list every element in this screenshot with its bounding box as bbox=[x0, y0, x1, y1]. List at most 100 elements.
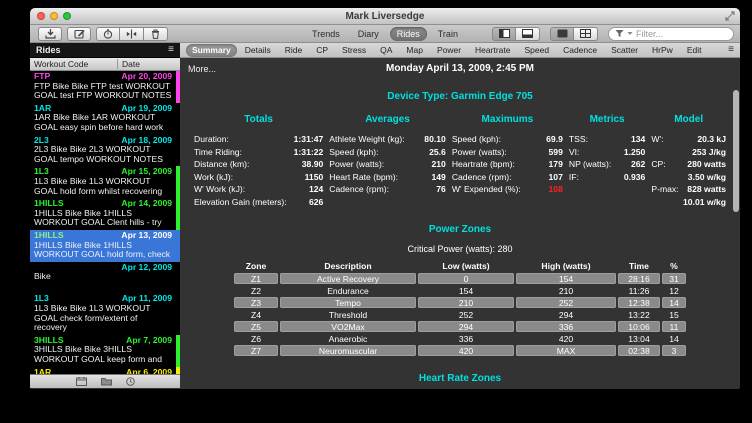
tabbed-view-button[interactable] bbox=[550, 27, 574, 41]
ride-list-item[interactable]: Apr 12, 2009Bike bbox=[30, 262, 180, 294]
zone-cell: 11 bbox=[662, 321, 686, 332]
stat-value: 38.90 bbox=[302, 158, 324, 171]
tab-summary[interactable]: Summary bbox=[186, 44, 237, 57]
stat-label: Power (watts): bbox=[329, 158, 384, 171]
stat-label: Cadence (rpm): bbox=[329, 183, 389, 196]
stat-label: Athlete Weight (kg): bbox=[329, 133, 404, 146]
ride-list-item[interactable]: FTPApr 20, 2009FTP Bike Bike FTP test WO… bbox=[30, 71, 180, 103]
column-date[interactable]: Date bbox=[118, 59, 140, 69]
ride-desc-line1: Bike bbox=[34, 272, 172, 282]
tab-map[interactable]: Map bbox=[400, 44, 429, 57]
manual-entry-button[interactable] bbox=[67, 27, 91, 41]
zone-cell: 11:26 bbox=[618, 285, 660, 296]
tab-heartrate[interactable]: Heartrate bbox=[469, 44, 516, 57]
stat-value: 626 bbox=[309, 196, 323, 209]
ride-list-item[interactable]: 1ARApr 6, 20091AR Bike Bike 1AR WORKOUTG… bbox=[30, 367, 180, 374]
zone-cell: 210 bbox=[516, 285, 616, 296]
stat-label: Cadence (rpm): bbox=[452, 171, 512, 184]
tab-qa[interactable]: QA bbox=[374, 44, 398, 57]
stat-value: 80.10 bbox=[424, 133, 446, 146]
zone-cell: 336 bbox=[516, 321, 616, 332]
folder-icon[interactable] bbox=[101, 377, 112, 386]
tab-cp[interactable]: CP bbox=[310, 44, 334, 57]
stopwatch-button[interactable] bbox=[96, 27, 120, 41]
stat-column-title: Averages bbox=[329, 114, 446, 125]
stat-label: Power (watts): bbox=[452, 146, 507, 159]
zoom-button[interactable] bbox=[63, 12, 71, 20]
stat-value: 599 bbox=[549, 146, 563, 159]
stat-label: VI: bbox=[569, 146, 580, 159]
stat-column-title: Metrics bbox=[569, 114, 645, 125]
main-scrollbar[interactable] bbox=[732, 58, 739, 388]
column-workout-code[interactable]: Workout Code bbox=[30, 59, 118, 69]
main-scrollbar-thumb[interactable] bbox=[733, 90, 739, 212]
view-trends[interactable]: Trends bbox=[305, 27, 347, 41]
filter-field[interactable] bbox=[608, 27, 734, 41]
stat-row: Heart Rate (bpm):149 bbox=[329, 171, 446, 184]
tab-edit[interactable]: Edit bbox=[681, 44, 708, 57]
lowbar-toggle-button[interactable] bbox=[516, 27, 540, 41]
tabbed-view-icon bbox=[557, 29, 568, 38]
view-diary[interactable]: Diary bbox=[351, 27, 386, 41]
ride-sidebar: Workout Code Date FTPApr 20, 2009FTP Bik… bbox=[30, 58, 180, 388]
tab-power[interactable]: Power bbox=[431, 44, 467, 57]
title-bar[interactable]: Mark Liversedge bbox=[30, 8, 740, 25]
ride-list-item[interactable]: 1L3Apr 15, 20091L3 Bike Bike 1L3 WORKOUT… bbox=[30, 166, 180, 198]
sidebar-toggle-icon bbox=[499, 29, 510, 38]
stat-value: 280 watts bbox=[687, 158, 726, 171]
zone-cell: 252 bbox=[418, 309, 514, 320]
ride-list-item[interactable]: 1ARApr 19, 20091AR Bike Bike 1AR WORKOUT… bbox=[30, 103, 180, 135]
stat-column-metrics: MetricsTSS:134VI:1.250NP (watts):262IF:0… bbox=[569, 114, 645, 208]
sidebar-header[interactable]: Rides ≡ bbox=[30, 43, 180, 58]
tab-ride[interactable]: Ride bbox=[279, 44, 308, 57]
sidebar-menu-icon[interactable]: ≡ bbox=[168, 45, 174, 55]
zone-cell: Active Recovery bbox=[280, 273, 416, 284]
zone-cell: Z4 bbox=[234, 309, 278, 320]
ride-list-item[interactable]: 1L3Apr 11, 20091L3 Bike Bike 1L3 WORKOUT… bbox=[30, 293, 180, 334]
stat-value: 210 bbox=[431, 158, 445, 171]
stat-value: 3.50 w/kg bbox=[688, 171, 726, 184]
ride-list-item[interactable]: 3HILLSApr 7, 20093HILLS Bike Bike 3HILLS… bbox=[30, 335, 180, 367]
stat-label: Distance (km): bbox=[194, 158, 249, 171]
ride-list-columns[interactable]: Workout Code Date bbox=[30, 58, 180, 71]
view-train[interactable]: Train bbox=[431, 27, 465, 41]
stat-value: 1.250 bbox=[624, 146, 646, 159]
zones-col-header: % bbox=[662, 261, 686, 272]
ride-list-item[interactable]: 2L3Apr 18, 20092L3 Bike Bike 2L3 WORKOUT… bbox=[30, 135, 180, 167]
stat-value: 1:31:22 bbox=[294, 146, 324, 159]
stat-row: Time Riding:1:31:22 bbox=[194, 146, 323, 159]
import-button[interactable] bbox=[38, 27, 62, 41]
tab-cadence[interactable]: Cadence bbox=[557, 44, 603, 57]
resize-icon[interactable] bbox=[725, 11, 735, 21]
ride-desc-line2: WORKOUT GOAL hold form, check bbox=[34, 250, 172, 260]
power-zone-row: Z3Tempo21025212:3814 bbox=[234, 297, 686, 308]
clock-icon[interactable] bbox=[126, 377, 135, 386]
tab-details[interactable]: Details bbox=[239, 44, 277, 57]
stat-row: Speed (kph):69.9 bbox=[452, 133, 563, 146]
more-link[interactable]: More... bbox=[188, 64, 216, 74]
tab-hrpw[interactable]: HrPw bbox=[646, 44, 679, 57]
tab-stress[interactable]: Stress bbox=[336, 44, 372, 57]
stat-label: W' Expended (%): bbox=[452, 183, 521, 196]
stat-row: 253 J/kg bbox=[651, 146, 726, 159]
delete-button[interactable] bbox=[144, 27, 168, 41]
minimize-button[interactable] bbox=[50, 12, 58, 20]
ride-list-item[interactable]: 1HILLSApr 14, 20091HILLS Bike Bike 1HILL… bbox=[30, 198, 180, 230]
stat-label: CP: bbox=[651, 158, 665, 171]
tab-scatter[interactable]: Scatter bbox=[605, 44, 644, 57]
close-button[interactable] bbox=[37, 12, 45, 20]
ride-desc-line2: GOAL easy spin before hard work bbox=[34, 123, 172, 133]
sidebar-header-label: Rides bbox=[36, 45, 61, 55]
tabbar-menu-icon[interactable]: ≡ bbox=[728, 45, 734, 55]
stat-column-totals: TotalsDuration:1:31:47Time Riding:1:31:2… bbox=[194, 114, 323, 208]
view-rides[interactable]: Rides bbox=[390, 27, 427, 41]
stat-label: W': bbox=[651, 133, 663, 146]
tiled-view-button[interactable] bbox=[574, 27, 598, 41]
calendar-icon[interactable] bbox=[76, 377, 87, 386]
ride-list-item[interactable]: 1HILLSApr 13, 20091HILLS Bike Bike 1HILL… bbox=[30, 230, 180, 262]
sidebar-toggle-button[interactable] bbox=[492, 27, 516, 41]
split-activity-button[interactable] bbox=[120, 27, 144, 41]
filter-input[interactable] bbox=[636, 29, 726, 39]
tab-speed[interactable]: Speed bbox=[518, 44, 555, 57]
stat-row: W' Expended (%):108 bbox=[452, 183, 563, 196]
